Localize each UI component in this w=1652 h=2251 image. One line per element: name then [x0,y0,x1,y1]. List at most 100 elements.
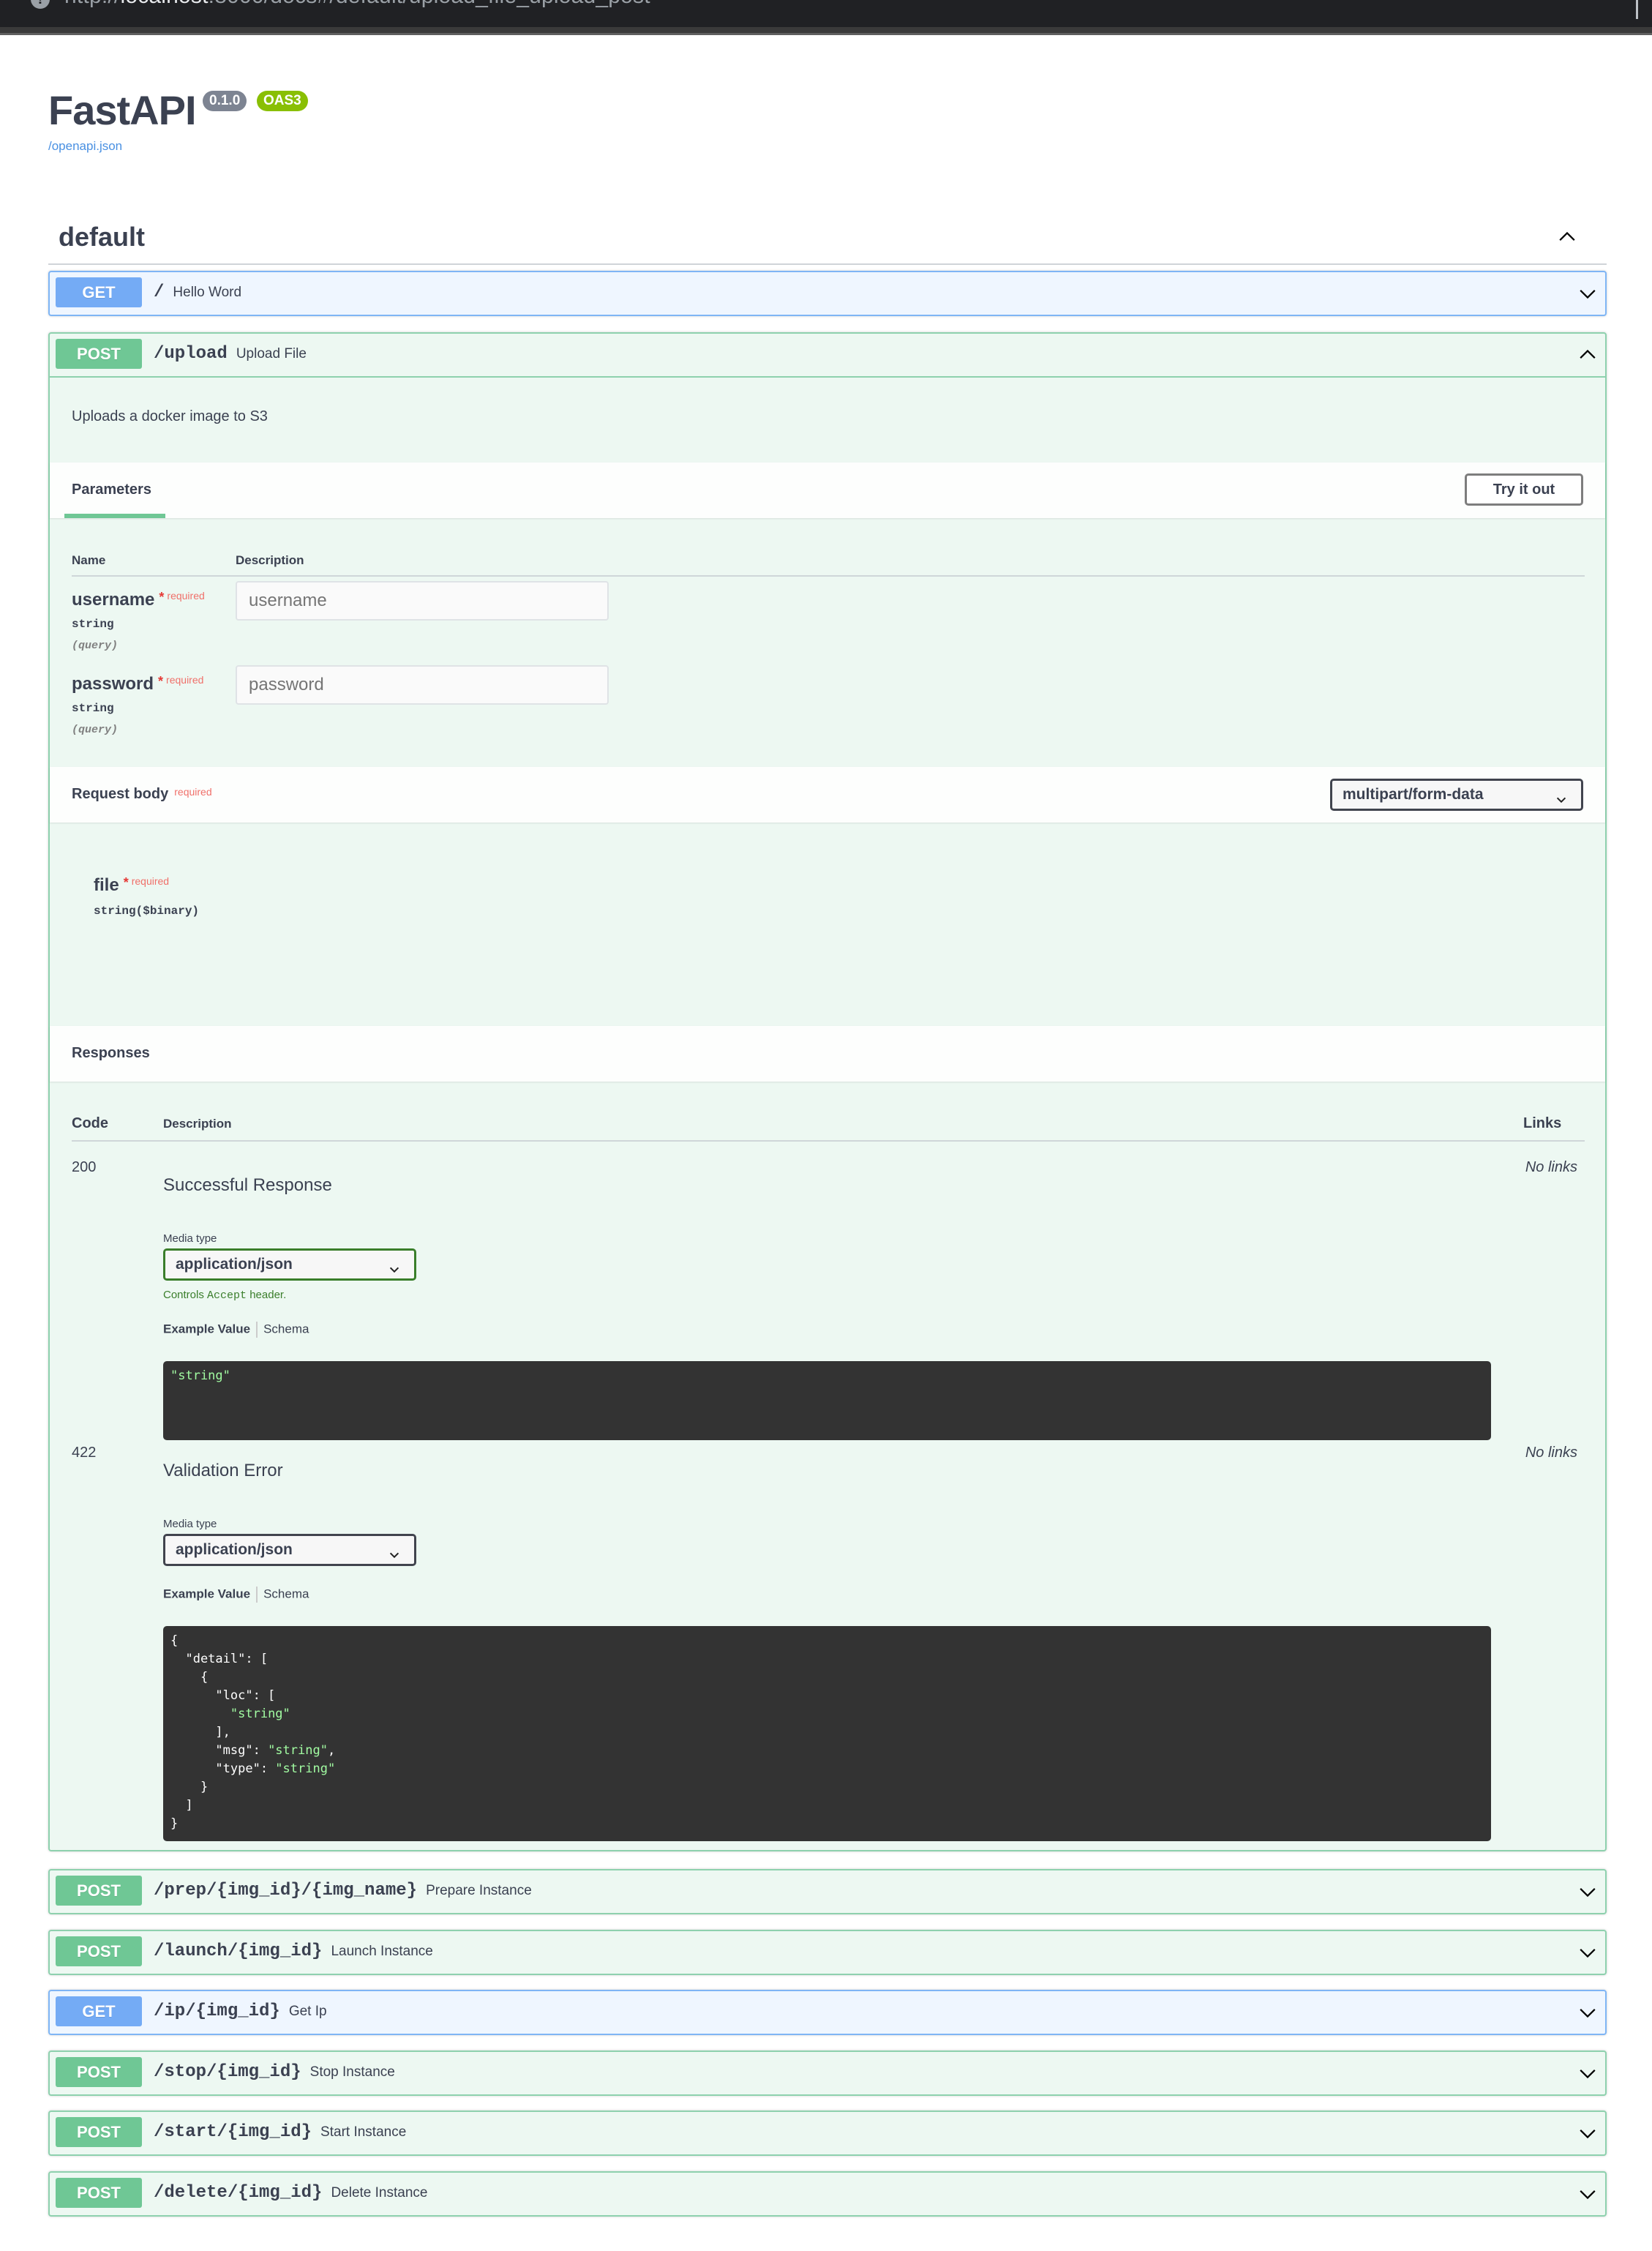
responses-header: Responses [50,1026,1605,1082]
address-bar[interactable]: ! http://localhost:8000/docs#/default/up… [4,0,1636,27]
chevron-down-icon[interactable] [1577,2063,1598,2083]
operation-summary[interactable]: POST/delete/{img_id} Delete Instance [50,2173,1605,2215]
method-badge: POST [56,1876,142,1906]
username-input[interactable] [236,581,609,621]
chevron-up-icon[interactable] [1557,227,1577,247]
operation-path: /start/{img_id} Start Instance [154,2122,406,2142]
page-title: FastAPI [48,87,196,133]
param-name-text: username [72,590,155,610]
tab-schema[interactable]: Schema [263,1587,309,1600]
parameter-location: (query) [72,724,119,736]
parameters-header: Parameters Try it out [50,462,1605,518]
operation-summary[interactable]: POST/stop/{img_id} Stop Instance [50,2052,1605,2094]
media-type-select[interactable]: application/json [163,1534,416,1566]
tab-parameters[interactable]: Parameters [72,482,151,498]
hint-code: Accept [207,1289,247,1302]
code-line: } [170,1815,1484,1833]
operation-summary[interactable]: GET / Hello Word [50,272,1605,315]
operation-path: /ip/{img_id} Get Ip [154,2001,327,2021]
code-token: ], [170,1725,230,1739]
code-string: "string" [170,1368,230,1383]
parameter-name: username * required [72,590,205,610]
column-header-code: Code [72,1115,108,1131]
operation-path: /launch/{img_id} Launch Instance [154,1941,433,1961]
code-token: } [170,1816,179,1831]
operation-post-prep[interactable]: POST/prep/{img_id}/{img_name} Prepare Ins… [48,1869,1607,1914]
column-header-links: Links [1523,1115,1562,1131]
tab-example-value[interactable]: Example Value [163,1322,250,1336]
path-text: /launch/{img_id} [154,1941,323,1961]
operation-post-start[interactable]: POST/start/{img_id} Start Instance [48,2110,1607,2156]
method-badge: POST [56,1936,142,1966]
column-header-description: Description [163,1117,232,1131]
divider [72,575,1585,577]
openapi-json-link[interactable]: /openapi.json [48,139,122,154]
operation-summary[interactable]: GET/ip/{img_id} Get Ip [50,1991,1605,2034]
tab-example-value[interactable]: Example Value [163,1587,250,1600]
operation-summary[interactable]: POST/launch/{img_id} Launch Instance [50,1931,1605,1974]
chevron-down-icon[interactable] [1577,2002,1598,2023]
operation-summary[interactable]: POST/start/{img_id} Start Instance [50,2112,1605,2154]
method-badge: POST [56,339,142,369]
code-line: ] [170,1797,1484,1815]
media-type-label: Media type [163,1232,217,1245]
request-body-title: Request body required [72,786,212,803]
method-badge: POST [56,2178,142,2208]
code-token: { [170,1633,179,1648]
code-line: ], [170,1723,1484,1742]
operation-summary[interactable]: POST /upload Upload File [50,334,1605,376]
hint-text: Controls [163,1289,208,1301]
code-string: "string" [268,1743,328,1758]
tab-schema[interactable]: Schema [263,1322,309,1336]
operation-summary-text: Delete Instance [331,2185,428,2201]
operation-summary-text: Launch Instance [331,1944,433,1959]
tag-title: default [59,222,146,252]
site-info-icon[interactable]: ! [31,0,50,9]
path-text: /ip/{img_id} [154,2001,280,2021]
path-text: /delete/{img_id} [154,2183,323,2203]
password-input[interactable] [236,665,609,705]
tag-section-header[interactable]: default [48,212,1607,265]
code-token: { [170,1670,209,1685]
method-badge: GET [56,277,142,307]
response-description: Validation Error [163,1461,283,1480]
required-label: required [174,786,212,798]
example-code-block: { "detail": [ { "loc": [ "string" ], "ms… [163,1626,1491,1841]
media-type-select[interactable]: application/json [163,1248,416,1281]
operation-post-stop[interactable]: POST/stop/{img_id} Stop Instance [48,2050,1607,2096]
operation-get-ip[interactable]: GET/ip/{img_id} Get Ip [48,1990,1607,2035]
code-line: { [170,1668,1484,1687]
code-token: ] [170,1798,193,1813]
url-path: :8000/docs#/default/upload_file_upload_p… [209,0,650,8]
tab-separator [256,1587,258,1603]
chevron-down-icon[interactable] [1577,1942,1598,1963]
oas-badge: OAS3 [257,91,308,111]
chevron-down-icon[interactable] [1577,1881,1598,1902]
chevron-down-icon[interactable] [1577,2184,1598,2204]
chevron-up-icon[interactable] [1577,345,1598,365]
operation-path: /delete/{img_id} Delete Instance [154,2183,427,2203]
toolbar-divider [1636,0,1638,19]
operation-get-root[interactable]: GET / Hello Word [48,271,1607,316]
code-line: "msg": "string", [170,1742,1484,1760]
required-label: required [131,875,170,887]
code-token: "type": [170,1761,276,1776]
request-body-header: Request body required multipart/form-data [50,767,1605,823]
media-type-value: application/json [176,1256,293,1273]
operation-post-launch[interactable]: POST/launch/{img_id} Launch Instance [48,1930,1607,1975]
content-type-select[interactable]: multipart/form-data [1330,779,1583,811]
chevron-down-icon[interactable] [1577,2123,1598,2143]
example-tabs: Example Value Schema [163,1322,309,1338]
operation-post-delete[interactable]: POST/delete/{img_id} Delete Instance [48,2171,1607,2217]
chevron-down-icon[interactable] [1577,283,1598,304]
parameter-type: string [72,702,114,715]
media-type-value: application/json [176,1541,293,1558]
code-line: } [170,1778,1484,1797]
operation-description: Uploads a docker image to S3 [72,408,268,424]
url-text[interactable]: http://localhost:8000/docs#/default/uplo… [64,0,650,9]
operation-summary[interactable]: POST/prep/{img_id}/{img_name} Prepare Ins… [50,1870,1605,1913]
try-it-out-button[interactable]: Try it out [1465,473,1583,506]
required-star: * [159,590,165,604]
responses-title: Responses [72,1045,150,1061]
